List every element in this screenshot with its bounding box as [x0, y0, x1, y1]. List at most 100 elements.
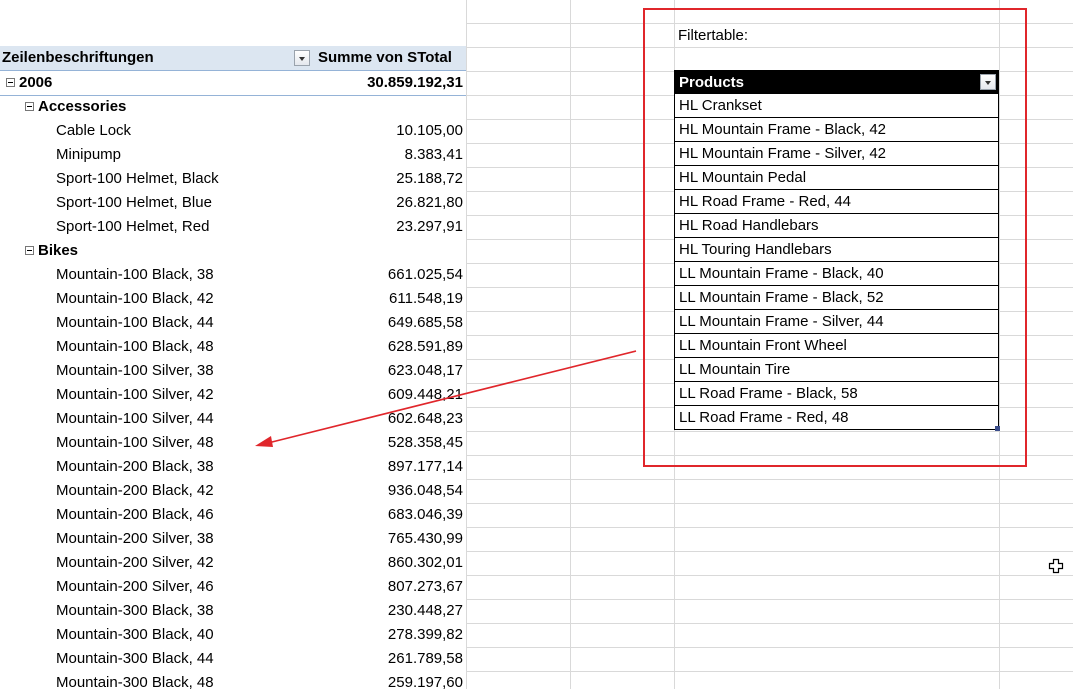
- filter-table-row[interactable]: LL Road Frame - Red, 48: [674, 406, 999, 430]
- products-filter-button[interactable]: [980, 74, 996, 90]
- pivot-item-row[interactable]: Mountain-200 Black, 46 683.046,39: [0, 503, 466, 527]
- item-value: 628.591,89: [387, 338, 463, 355]
- filter-table-row[interactable]: HL Mountain Frame - Silver, 42: [674, 142, 999, 166]
- pivot-item-row[interactable]: Mountain-100 Silver, 42 609.448,21: [0, 383, 466, 407]
- filter-table-row[interactable]: HL Road Handlebars: [674, 214, 999, 238]
- item-label: Mountain-100 Silver, 48: [56, 434, 214, 451]
- pivot-item-row[interactable]: Mountain-200 Silver, 38 765.430,99: [0, 527, 466, 551]
- item-label: Mountain-200 Silver, 38: [56, 530, 214, 547]
- item-value: 609.448,21: [387, 386, 463, 403]
- pivot-item-row[interactable]: Mountain-100 Black, 38 661.025,54: [0, 263, 466, 287]
- collapse-minus-icon[interactable]: [25, 246, 34, 255]
- item-label: Mountain-200 Black, 42: [56, 482, 214, 499]
- pivot-item-row[interactable]: Mountain-300 Black, 40 278.399,82: [0, 623, 466, 647]
- pivot-table: Zeilenbeschriftungen Summe von STotal 20…: [0, 0, 466, 691]
- pivot-item-row[interactable]: Sport-100 Helmet, Red 23.297,91: [0, 215, 466, 239]
- item-value: 611.548,19: [389, 290, 463, 307]
- category-label: Accessories: [38, 98, 127, 115]
- item-label: Minipump: [56, 146, 122, 163]
- item-value: 683.046,39: [387, 506, 463, 523]
- pivot-item-row[interactable]: Mountain-200 Black, 42 936.048,54: [0, 479, 466, 503]
- filter-table-row[interactable]: LL Mountain Frame - Silver, 44: [674, 310, 999, 334]
- item-value: 661.025,54: [387, 266, 463, 283]
- pivot-item-row[interactable]: Mountain-200 Black, 38 897.177,14: [0, 455, 466, 479]
- item-label: Cable Lock: [56, 122, 132, 139]
- row-labels-header[interactable]: Zeilenbeschriftungen: [2, 46, 154, 70]
- filter-header-label: Products: [679, 74, 745, 91]
- pivot-item-row[interactable]: Mountain-300 Black, 44 261.789,58: [0, 647, 466, 671]
- item-value: 230.448,27: [387, 602, 463, 619]
- item-value: 860.302,01: [387, 554, 463, 571]
- filter-table-row[interactable]: LL Mountain Frame - Black, 52: [674, 286, 999, 310]
- item-label: Mountain-100 Black, 38: [56, 266, 214, 283]
- table-resize-handle[interactable]: [995, 426, 1000, 431]
- pivot-item-row[interactable]: Mountain-100 Black, 42 611.548,19: [0, 287, 466, 311]
- item-label: Mountain-100 Black, 44: [56, 314, 214, 331]
- item-value: 528.358,45: [387, 434, 463, 451]
- pivot-item-row[interactable]: Mountain-200 Silver, 42 860.302,01: [0, 551, 466, 575]
- filter-table-row[interactable]: HL Touring Handlebars: [674, 238, 999, 262]
- pivot-category-row[interactable]: Bikes: [0, 239, 466, 263]
- pivot-item-row[interactable]: Mountain-100 Silver, 38 623.048,17: [0, 359, 466, 383]
- item-label: Mountain-100 Silver, 42: [56, 386, 214, 403]
- item-value: 602.648,23: [387, 410, 463, 427]
- item-value: 261.789,58: [387, 650, 463, 667]
- year-label: 2006: [19, 74, 53, 91]
- pivot-item-row[interactable]: Mountain-100 Black, 48 628.591,89: [0, 335, 466, 359]
- filter-table-row[interactable]: LL Road Frame - Black, 58: [674, 382, 999, 406]
- item-value: 25.188,72: [396, 170, 463, 187]
- item-value: 765.430,99: [387, 530, 463, 547]
- filter-table-row[interactable]: HL Crankset: [674, 94, 999, 118]
- filter-table-header[interactable]: Products: [674, 70, 999, 94]
- pivot-category-row[interactable]: Accessories: [0, 95, 466, 119]
- item-label: Mountain-100 Silver, 44: [56, 410, 214, 427]
- value-header[interactable]: Summe von STotal: [318, 46, 452, 70]
- pivot-item-row[interactable]: Minipump 8.383,41: [0, 143, 466, 167]
- pivot-item-row[interactable]: Mountain-100 Black, 44 649.685,58: [0, 311, 466, 335]
- cell-cursor-icon: [1048, 558, 1064, 574]
- filter-table-row[interactable]: HL Mountain Pedal: [674, 166, 999, 190]
- item-label: Sport-100 Helmet, Blue: [56, 194, 212, 211]
- item-label: Mountain-300 Black, 48: [56, 674, 214, 691]
- chevron-down-icon: [985, 81, 991, 85]
- item-value: 278.399,82: [387, 626, 463, 643]
- pivot-item-row[interactable]: Sport-100 Helmet, Black 25.188,72: [0, 167, 466, 191]
- filter-table-row[interactable]: LL Mountain Tire: [674, 358, 999, 382]
- item-value: 10.105,00: [396, 122, 463, 139]
- item-value: 259.197,60: [387, 674, 463, 691]
- item-value: 623.048,17: [387, 362, 463, 379]
- item-value: 649.685,58: [387, 314, 463, 331]
- row-labels-filter-button[interactable]: [294, 50, 310, 66]
- item-label: Mountain-200 Silver, 42: [56, 554, 214, 571]
- pivot-item-row[interactable]: Cable Lock 10.105,00: [0, 119, 466, 143]
- item-label: Mountain-300 Black, 44: [56, 650, 214, 667]
- filter-table-row[interactable]: LL Mountain Front Wheel: [674, 334, 999, 358]
- grid-column-line: [570, 0, 571, 689]
- pivot-item-row[interactable]: Mountain-300 Black, 48 259.197,60: [0, 671, 466, 695]
- item-label: Mountain-300 Black, 40: [56, 626, 214, 643]
- grid-column-line: [466, 0, 467, 689]
- item-label: Mountain-100 Black, 48: [56, 338, 214, 355]
- collapse-minus-icon[interactable]: [6, 78, 15, 87]
- filter-label: Filtertable:: [678, 27, 749, 44]
- item-label: Sport-100 Helmet, Black: [56, 170, 219, 187]
- pivot-item-row[interactable]: Sport-100 Helmet, Blue 26.821,80: [0, 191, 466, 215]
- pivot-item-row[interactable]: Mountain-300 Black, 38 230.448,27: [0, 599, 466, 623]
- pivot-item-row[interactable]: Mountain-200 Silver, 46 807.273,67: [0, 575, 466, 599]
- filter-table-row[interactable]: HL Mountain Frame - Black, 42: [674, 118, 999, 142]
- pivot-item-row[interactable]: Mountain-100 Silver, 44 602.648,23: [0, 407, 466, 431]
- item-value: 936.048,54: [387, 482, 463, 499]
- collapse-minus-icon[interactable]: [25, 102, 34, 111]
- item-value: 23.297,91: [396, 218, 463, 235]
- filter-table-row[interactable]: LL Mountain Frame - Black, 40: [674, 262, 999, 286]
- chevron-down-icon: [299, 57, 305, 61]
- item-value: 897.177,14: [387, 458, 463, 475]
- year-total: 30.859.192,31: [367, 74, 463, 91]
- filter-table: Products HL Crankset HL Mountain Frame - …: [674, 70, 1000, 431]
- filter-table-row[interactable]: HL Road Frame - Red, 44: [674, 190, 999, 214]
- pivot-year-row[interactable]: 2006 30.859.192,31: [0, 71, 466, 96]
- item-value: 807.273,67: [387, 578, 463, 595]
- pivot-header-row: Zeilenbeschriftungen Summe von STotal: [0, 46, 466, 71]
- pivot-item-row[interactable]: Mountain-100 Silver, 48 528.358,45: [0, 431, 466, 455]
- item-label: Mountain-200 Black, 38: [56, 458, 214, 475]
